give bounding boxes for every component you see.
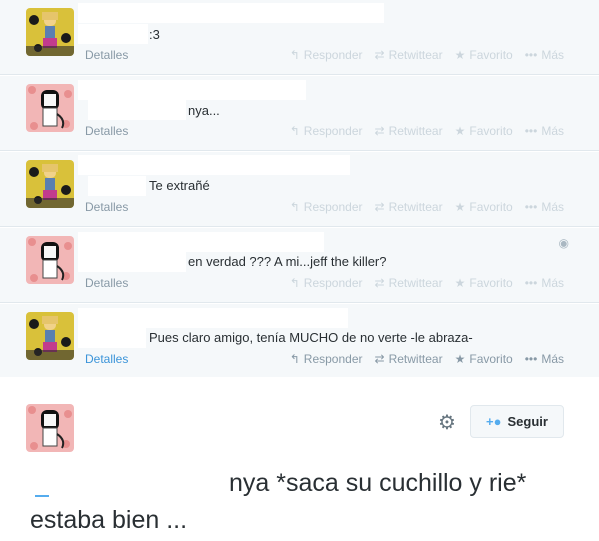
redacted-text <box>78 252 186 272</box>
tweet-item[interactable]: Pues claro amigo, tenía MUCHO de no vert… <box>0 304 599 379</box>
retweet-icon: ⇄ <box>374 48 385 62</box>
redacted-name <box>78 155 350 175</box>
more-dots-icon: ••• <box>524 48 538 62</box>
tweet-text: en verdad ??? A mi...jeff the killer? <box>188 254 387 269</box>
tweet-item[interactable]: :3 Detalles ↰ Responder ⇄ Retwittear ★ Favo… <box>0 0 599 75</box>
more-dots-icon: ••• <box>524 124 538 138</box>
redacted-text <box>78 328 146 348</box>
retweet-action[interactable]: ⇄ Retwittear <box>375 124 443 138</box>
tweet-actions: ↰ Responder ⇄ Retwittear ★ Favorito ••• Más <box>290 48 564 62</box>
reply-icon: ↰ <box>289 276 300 290</box>
reply-action[interactable]: ↰ Responder <box>290 124 363 138</box>
tweet-text: Pues claro amigo, tenía MUCHO de no vert… <box>149 330 473 345</box>
retweet-action[interactable]: ⇄ Retwittear <box>375 200 443 214</box>
retweet-icon: ⇄ <box>374 124 385 138</box>
star-icon: ★ <box>454 48 466 62</box>
redacted-mention <box>30 467 220 497</box>
details-link[interactable]: Detalles <box>85 276 128 290</box>
more-dots-icon: ••• <box>524 200 538 214</box>
favorite-action[interactable]: ★ Favorito <box>455 352 513 366</box>
favorite-action[interactable]: ★ Favorito <box>455 276 513 290</box>
star-icon: ★ <box>454 352 466 366</box>
globe-icon: ◉ <box>558 236 569 250</box>
tweet-item[interactable]: Te extrañé Detalles ↰ Responder ⇄ Retwitte… <box>0 152 599 227</box>
tweet-text: Te extrañé <box>149 178 210 193</box>
avatar[interactable] <box>26 404 74 452</box>
redacted-text <box>78 24 148 44</box>
reply-icon: ↰ <box>289 200 300 214</box>
avatar[interactable] <box>26 312 74 360</box>
add-user-icon: +● <box>486 414 502 429</box>
details-link[interactable]: Detalles <box>85 352 128 366</box>
main-tweet: ⚙ +● Seguir nya *saca su cuchillo y rie*… <box>0 377 599 541</box>
avatar[interactable] <box>26 8 74 56</box>
retweet-action[interactable]: ⇄ Retwittear <box>375 276 443 290</box>
retweet-icon: ⇄ <box>374 352 385 366</box>
gear-icon[interactable]: ⚙ <box>438 410 456 435</box>
reply-action[interactable]: ↰ Responder <box>290 48 363 62</box>
redacted-name <box>78 3 384 23</box>
reply-icon: ↰ <box>289 124 300 138</box>
details-link[interactable]: Detalles <box>85 200 128 214</box>
avatar[interactable] <box>26 84 74 132</box>
more-dots-icon: ••• <box>524 352 538 366</box>
more-action[interactable]: ••• Más <box>525 276 564 290</box>
favorite-action[interactable]: ★ Favorito <box>455 200 513 214</box>
retweet-action[interactable]: ⇄ Retwittear <box>375 352 443 366</box>
retweet-icon: ⇄ <box>374 276 385 290</box>
avatar[interactable] <box>26 160 74 208</box>
tweet-actions: ↰ Responder ⇄ Retwittear ★ Favorito ••• Más <box>290 352 564 366</box>
reply-action[interactable]: ↰ Responder <box>290 352 363 366</box>
redacted-text <box>88 100 186 120</box>
tweet-actions: ↰ Responder ⇄ Retwittear ★ Favorito ••• Más <box>290 200 564 214</box>
star-icon: ★ <box>454 200 466 214</box>
main-tweet-line2: estaba bien ... <box>30 506 188 534</box>
reply-icon: ↰ <box>289 48 300 62</box>
star-icon: ★ <box>454 276 466 290</box>
main-tweet-line1: nya *saca su cuchillo y rie* <box>229 469 527 497</box>
tweet-actions: ↰ Responder ⇄ Retwittear ★ Favorito ••• Más <box>290 124 564 138</box>
details-link[interactable]: Detalles <box>85 48 128 62</box>
more-action[interactable]: ••• Más <box>525 48 564 62</box>
redacted-name <box>78 80 306 100</box>
retweet-icon: ⇄ <box>374 200 385 214</box>
redacted-name <box>78 308 348 328</box>
more-action[interactable]: ••• Más <box>525 200 564 214</box>
follow-button[interactable]: +● Seguir <box>470 405 564 438</box>
reply-icon: ↰ <box>289 352 300 366</box>
tweet-text: nya... <box>188 103 220 118</box>
details-link[interactable]: Detalles <box>85 124 128 138</box>
star-icon: ★ <box>454 124 466 138</box>
more-dots-icon: ••• <box>524 276 538 290</box>
more-action[interactable]: ••• Más <box>525 124 564 138</box>
tweet-item[interactable]: en verdad ??? A mi...jeff the killer? ◉ … <box>0 228 599 303</box>
reply-action[interactable]: ↰ Responder <box>290 276 363 290</box>
more-action[interactable]: ••• Más <box>525 352 564 366</box>
reply-action[interactable]: ↰ Responder <box>290 200 363 214</box>
redacted-text <box>88 176 146 196</box>
retweet-action[interactable]: ⇄ Retwittear <box>375 48 443 62</box>
redacted-name <box>78 232 324 252</box>
tweet-actions: ↰ Responder ⇄ Retwittear ★ Favorito ••• Más <box>290 276 564 290</box>
favorite-action[interactable]: ★ Favorito <box>455 48 513 62</box>
mention-underline <box>35 495 49 497</box>
favorite-action[interactable]: ★ Favorito <box>455 124 513 138</box>
tweet-text: :3 <box>149 27 160 42</box>
tweet-item[interactable]: nya... Detalles ↰ Responder ⇄ Retwittear ★… <box>0 76 599 151</box>
avatar[interactable] <box>26 236 74 284</box>
